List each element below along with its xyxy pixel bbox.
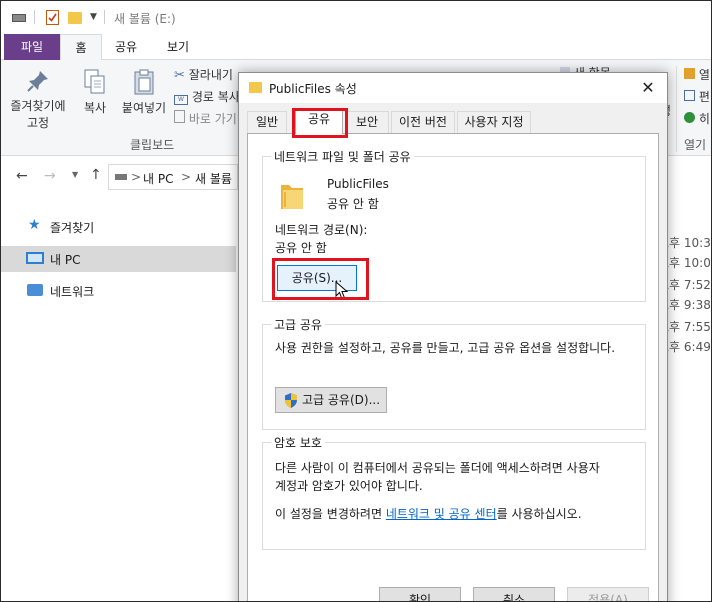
- drive-icon: [115, 174, 127, 180]
- password-settings-suffix: 를 사용하십시오.: [496, 507, 582, 521]
- qat-separator: [104, 10, 105, 24]
- shared-folder-icon: [281, 185, 303, 209]
- history-icon: [684, 112, 695, 123]
- tab-home[interactable]: 홈: [60, 34, 102, 61]
- tab-view[interactable]: 보기: [150, 34, 206, 60]
- breadcrumb-this-pc[interactable]: 내 PC: [143, 170, 173, 187]
- open-icon: [684, 68, 695, 79]
- uac-shield-icon: [285, 393, 297, 408]
- password-settings-prefix: 이 설정을 변경하려면: [275, 507, 386, 521]
- dialog-title: PublicFiles 속성: [269, 82, 357, 96]
- share-status: 공유 안 함: [327, 197, 379, 211]
- open-group-label: 열기: [684, 138, 707, 152]
- folder-name: PublicFiles: [327, 177, 389, 191]
- pin-to-quick-access-button[interactable]: 즐겨찾기에 고정: [6, 68, 70, 131]
- ok-button[interactable]: 확인: [379, 587, 461, 602]
- properties-check-icon[interactable]: [46, 10, 59, 25]
- password-group-title: 암호 보호: [271, 434, 325, 451]
- explorer-title-bar: ▼ 새 볼륨 (E:): [0, 0, 712, 34]
- password-description-line2: 계정과 암호가 있어야 합니다.: [275, 479, 423, 493]
- edit-icon: [684, 90, 695, 101]
- copy-icon: [84, 69, 105, 94]
- network-path-label: 네트워크 경로(N):: [275, 223, 368, 237]
- advanced-share-group-title: 고급 공유: [271, 316, 325, 333]
- drive-icon[interactable]: [12, 14, 26, 22]
- cut-button[interactable]: ✂ 잘라내기: [174, 66, 233, 83]
- breadcrumb-separator: >: [181, 170, 192, 184]
- computer-icon: [26, 252, 44, 264]
- advanced-share-button[interactable]: 고급 공유(D)...: [275, 387, 387, 413]
- scissors-icon: ✂: [174, 68, 185, 83]
- tab-general[interactable]: 일반: [247, 111, 287, 133]
- network-icon: [27, 284, 43, 296]
- tab-share[interactable]: 공유: [104, 34, 148, 60]
- nav-network-label: 네트워크: [50, 285, 95, 299]
- close-icon[interactable]: ✕: [637, 77, 659, 99]
- advanced-share-button-label: 고급 공유(D)...: [301, 393, 381, 407]
- network-sharing-center-link[interactable]: 네트워크 및 공유 센터: [386, 507, 497, 521]
- nav-item-favorites[interactable]: ★ 즐겨찾기: [0, 214, 236, 240]
- paste-button[interactable]: 붙여넣기: [118, 68, 170, 116]
- advanced-share-description: 사용 권한을 설정하고, 공유를 만들고, 고급 공유 옵션을 설정합니다.: [275, 341, 616, 355]
- password-description-line1: 다른 사람이 이 컴퓨터에서 공유되는 폴더에 액세스하려면 사용자: [275, 461, 600, 475]
- history-button[interactable]: 히: [684, 110, 710, 127]
- tab-security[interactable]: 보안: [345, 111, 389, 133]
- copy-label: 복사: [83, 101, 107, 115]
- sharing-tab-panel: 네트워크 파일 및 폴더 공유 PublicFiles 공유 안 함 네트워크 …: [247, 133, 659, 602]
- forward-arrow-icon[interactable]: →: [44, 168, 56, 184]
- tab-customize[interactable]: 사용자 지정: [457, 111, 531, 133]
- password-protection-group: 암호 보호 다른 사람이 이 컴퓨터에서 공유되는 폴더에 액세스하려면 사용자…: [262, 434, 646, 550]
- pin-label-line2: 고정: [26, 116, 50, 130]
- tab-previous-versions[interactable]: 이전 버전: [391, 111, 455, 133]
- sharing-tab-highlight: [292, 108, 348, 138]
- pin-label-line1: 즐겨찾기에: [10, 99, 66, 113]
- apply-button[interactable]: 적용(A): [567, 587, 649, 602]
- back-arrow-icon[interactable]: ←: [16, 168, 28, 184]
- window-title: 새 볼륨 (E:): [114, 12, 176, 26]
- copy-path-button[interactable]: W 경로 복사: [174, 88, 240, 105]
- up-arrow-icon[interactable]: ↑: [90, 167, 102, 183]
- cancel-button[interactable]: 취소: [473, 587, 555, 602]
- nav-item-this-pc[interactable]: 내 PC: [0, 246, 236, 272]
- pin-icon: [27, 71, 48, 92]
- copy-path-icon: W: [174, 95, 188, 105]
- qat-dropdown-icon[interactable]: ▼: [90, 12, 97, 22]
- folder-icon: [249, 82, 262, 93]
- cut-label: 잘라내기: [188, 68, 233, 82]
- paste-label: 붙여넣기: [121, 101, 167, 115]
- breadcrumb-volume[interactable]: 새 볼륨: [195, 170, 232, 187]
- copy-button[interactable]: 복사: [76, 68, 114, 116]
- tab-file[interactable]: 파일: [4, 34, 60, 60]
- qat-separator: [34, 10, 35, 24]
- breadcrumb-separator: >: [131, 170, 142, 184]
- open-label-fragment: 열: [698, 68, 710, 82]
- copy-path-label: 경로 복사: [191, 90, 240, 104]
- paste-shortcut-label: 바로 가기: [188, 112, 237, 126]
- ribbon-group-separator: [676, 66, 677, 152]
- new-folder-icon[interactable]: [68, 12, 82, 24]
- recent-dropdown-icon[interactable]: ▼: [72, 170, 78, 179]
- password-settings-line: 이 설정을 변경하려면 네트워크 및 공유 센터를 사용하십시오.: [275, 505, 582, 523]
- edit-label-fragment: 편: [698, 90, 710, 104]
- clipboard-group-label: 클립보드: [130, 138, 175, 152]
- history-label-fragment: 히: [698, 112, 710, 126]
- dialog-title-bar: PublicFiles 속성 ✕: [239, 73, 667, 103]
- paste-shortcut-icon: [174, 110, 185, 123]
- properties-dialog: PublicFiles 속성 ✕ 일반 공유 보안 이전 버전 사용자 지정 네…: [238, 72, 668, 602]
- star-icon: ★: [28, 217, 41, 233]
- address-bar[interactable]: > 내 PC > 새 볼륨: [108, 164, 238, 190]
- paste-shortcut-button[interactable]: 바로 가기: [174, 110, 237, 127]
- nav-item-network[interactable]: 네트워크: [0, 278, 236, 304]
- advanced-share-group: 고급 공유 사용 권한을 설정하고, 공유를 만들고, 고급 공유 옵션을 설정…: [262, 316, 646, 430]
- edit-button[interactable]: 편: [684, 88, 710, 105]
- paste-icon: [134, 69, 154, 95]
- open-button[interactable]: 열: [684, 66, 710, 83]
- nav-favorites-label: 즐겨찾기: [50, 221, 95, 235]
- network-share-group-title: 네트워크 파일 및 폴더 공유: [271, 148, 414, 165]
- network-path-value: 공유 안 함: [275, 241, 327, 255]
- share-button-highlight: [272, 258, 369, 300]
- ribbon-tab-bar: 파일 홈 공유 보기: [0, 34, 712, 61]
- nav-this-pc-label: 내 PC: [50, 253, 81, 267]
